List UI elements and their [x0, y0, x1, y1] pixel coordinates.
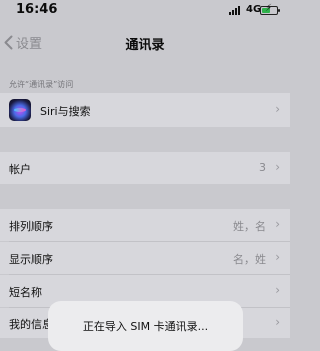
- sort-order-row[interactable]: 排列顺序 姓，名 ›: [0, 209, 290, 241]
- my-info-label: 我的信息: [9, 318, 53, 331]
- network-type: 4G: [246, 4, 262, 15]
- accounts-count: 3: [259, 161, 266, 174]
- siri-icon: [9, 99, 31, 121]
- display-order-value: 名，姓: [233, 253, 266, 266]
- status-time: 16:46: [16, 2, 58, 17]
- page-title: 通讯录: [125, 38, 165, 53]
- import-progress-toast: 正在导入 SIM 卡通讯录...: [48, 301, 243, 351]
- chevron-right-icon: ›: [275, 160, 280, 174]
- status-bar: 16:46 4G ⚡: [0, 0, 290, 22]
- chevron-right-icon: ›: [275, 102, 280, 116]
- import-progress-text: 正在导入 SIM 卡通讯录...: [82, 320, 209, 333]
- short-name-label: 短名称: [9, 286, 42, 299]
- display-order-row[interactable]: 显示顺序 名，姓 ›: [0, 242, 290, 274]
- sort-order-value: 姓，名: [233, 220, 266, 233]
- sort-order-label: 排列顺序: [9, 220, 53, 233]
- chevron-right-icon: ›: [275, 283, 280, 297]
- chevron-right-icon: ›: [275, 250, 280, 264]
- chevron-right-icon: ›: [275, 315, 280, 329]
- section-header-allow-access: 允许“通讯录”访问: [9, 80, 74, 89]
- chevron-right-icon: ›: [275, 217, 280, 231]
- siri-search-label: Siri与搜索: [40, 105, 91, 118]
- navigation-bar: 设置 通讯录: [0, 22, 290, 62]
- display-order-label: 显示顺序: [9, 253, 53, 266]
- cellular-signal-icon: [229, 6, 243, 15]
- battery-charging-icon: ⚡: [260, 3, 280, 15]
- accounts-row[interactable]: 帐户 3 ›: [0, 152, 290, 184]
- siri-search-row[interactable]: Siri与搜索 ›: [0, 93, 290, 127]
- accounts-label: 帐户: [9, 163, 31, 176]
